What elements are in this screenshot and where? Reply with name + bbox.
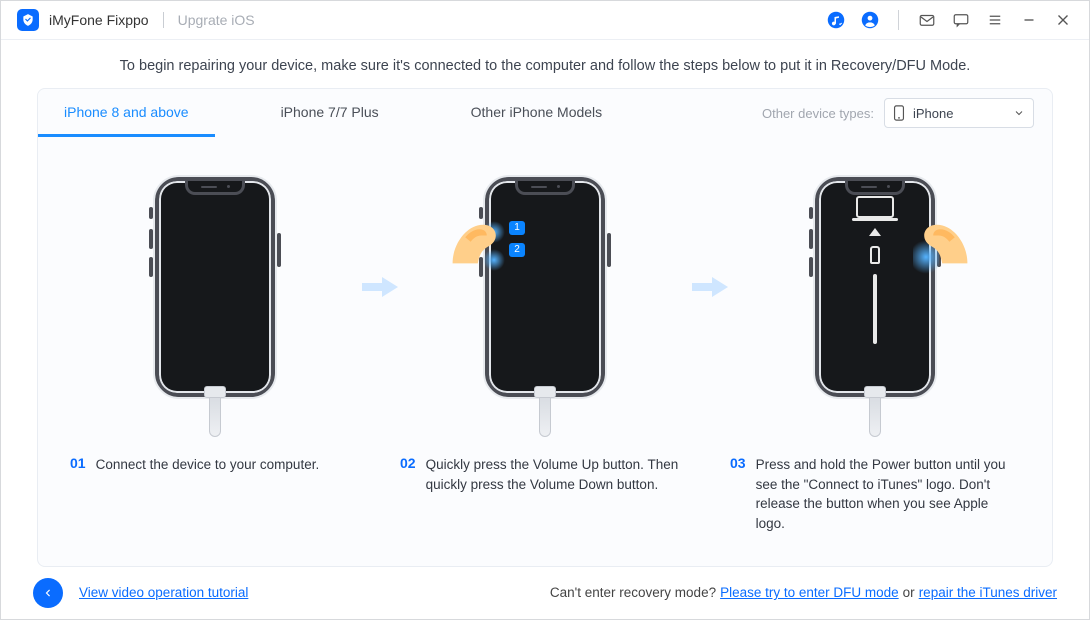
footer: View video operation tutorial Can't ente…: [1, 567, 1089, 619]
steps-area: 01 Connect the device to your computer. …: [38, 137, 1052, 543]
device-type-value: iPhone: [913, 106, 953, 121]
app-title: iMyFone Fixppo: [49, 12, 149, 28]
cable-icon: [539, 393, 551, 437]
step-3: 03 Press and hold the Power button until…: [735, 177, 1015, 533]
tab-other-iphone[interactable]: Other iPhone Models: [445, 89, 629, 137]
step-text: Quickly press the Volume Up button. Then…: [426, 455, 690, 494]
tab-label: iPhone 8 and above: [64, 104, 189, 120]
feedback-icon[interactable]: [951, 10, 971, 30]
step-number: 03: [730, 455, 746, 533]
back-button[interactable]: [33, 578, 63, 608]
step-number: 02: [400, 455, 416, 494]
footer-prefix: Can't enter recovery mode?: [550, 585, 716, 600]
steps-card: iPhone 8 and above iPhone 7/7 Plus Other…: [37, 88, 1053, 566]
account-icon[interactable]: [860, 10, 880, 30]
tabs-row: iPhone 8 and above iPhone 7/7 Plus Other…: [38, 89, 1052, 137]
badge-1: 1: [509, 221, 525, 235]
dfu-mode-link[interactable]: Please try to enter DFU mode: [720, 585, 899, 600]
step-text: Connect the device to your computer.: [96, 455, 320, 475]
app-logo-icon: [17, 9, 39, 31]
phone-illustration-1: [155, 177, 275, 397]
titlebar-separator: [898, 10, 899, 30]
phone-illustration-3: [815, 177, 935, 397]
arrow-icon: [685, 177, 735, 397]
tab-iphone-8-plus[interactable]: iPhone 8 and above: [38, 89, 215, 137]
intro-text: To begin repairing your device, make sur…: [1, 40, 1089, 88]
phone-icon: [893, 105, 905, 121]
tab-label: Other iPhone Models: [471, 104, 603, 120]
music-note-icon[interactable]: [826, 10, 846, 30]
video-tutorial-link[interactable]: View video operation tutorial: [79, 585, 248, 600]
close-button[interactable]: [1053, 10, 1073, 30]
breadcrumb: Upgrate iOS: [178, 12, 255, 28]
step-2: 1 2 02 Quickly press the Volume Up butto…: [405, 177, 685, 494]
tab-iphone-7[interactable]: iPhone 7/7 Plus: [255, 89, 405, 137]
chevron-down-icon: [1013, 107, 1025, 119]
titlebar: iMyFone Fixppo Upgrate iOS: [1, 1, 1089, 40]
minimize-button[interactable]: [1019, 10, 1039, 30]
repair-driver-link[interactable]: repair the iTunes driver: [919, 585, 1057, 600]
connect-itunes-icon: [856, 196, 894, 344]
device-type-label: Other device types:: [762, 106, 874, 121]
step-text: Press and hold the Power button until yo…: [756, 455, 1020, 533]
badge-2: 2: [509, 243, 525, 257]
cable-icon: [209, 393, 221, 437]
phone-illustration-2: 1 2: [485, 177, 605, 397]
footer-or: or: [903, 585, 915, 600]
title-separator: [163, 12, 164, 28]
step-number: 01: [70, 455, 86, 475]
cable-icon: [869, 393, 881, 437]
menu-icon[interactable]: [985, 10, 1005, 30]
mail-icon[interactable]: [917, 10, 937, 30]
device-type-select[interactable]: iPhone: [884, 98, 1034, 128]
tab-label: iPhone 7/7 Plus: [281, 104, 379, 120]
arrow-icon: [355, 177, 405, 397]
step-1: 01 Connect the device to your computer.: [75, 177, 355, 475]
